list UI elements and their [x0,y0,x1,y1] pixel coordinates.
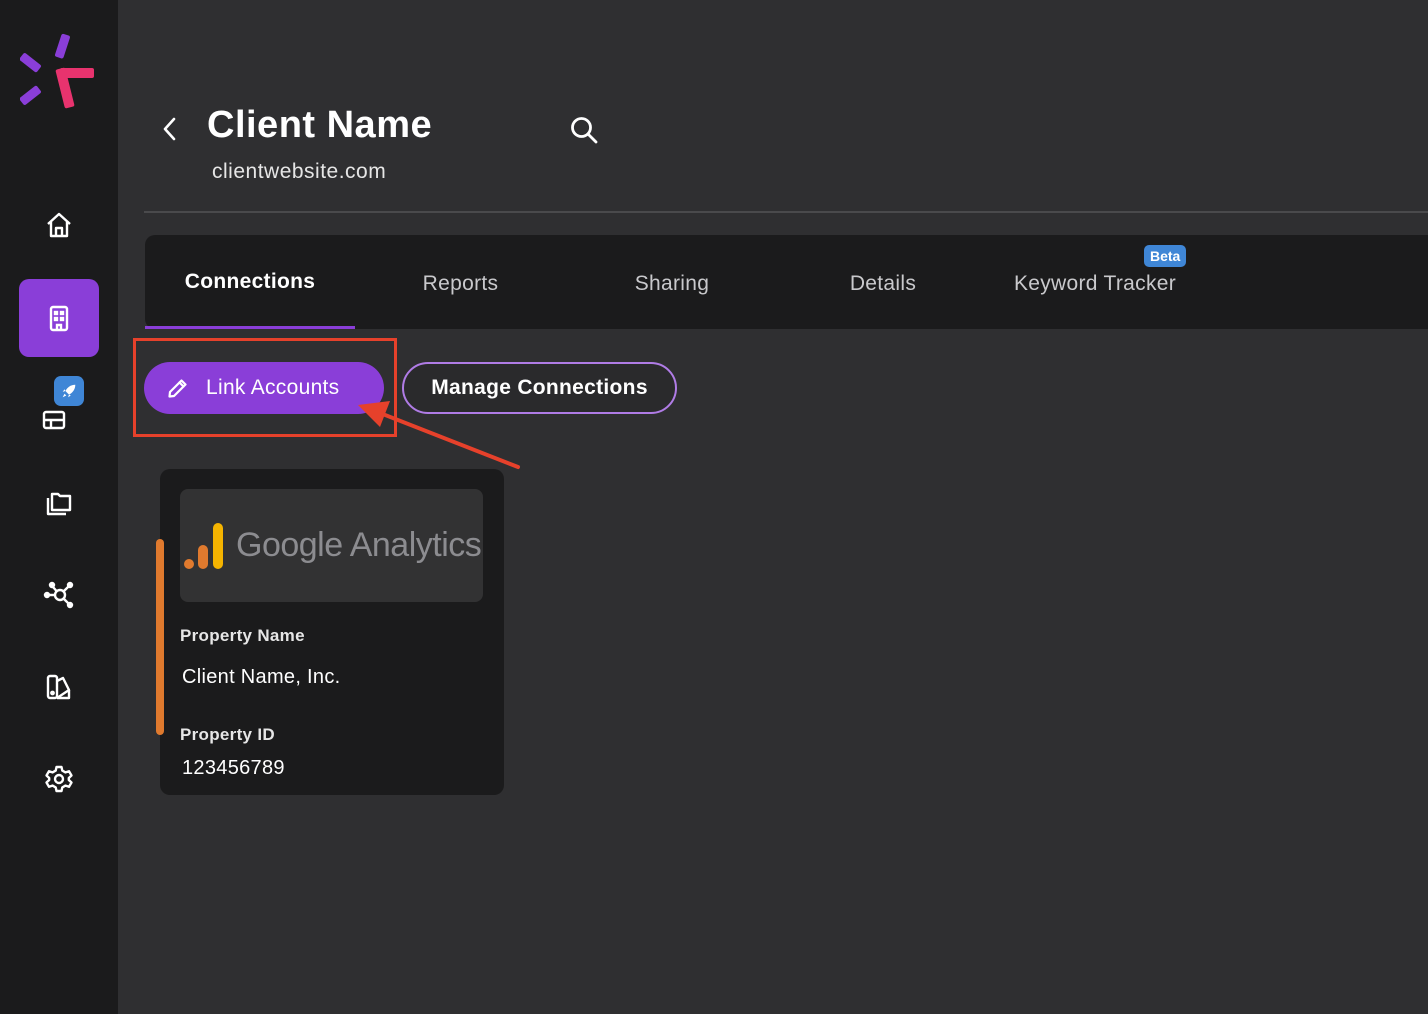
tab-reports-label: Reports [422,272,499,295]
provider-logo: Google Analytics [180,489,483,602]
property-id-value: 123456789 [182,757,285,779]
rocket-badge [54,376,84,406]
search-button[interactable] [566,112,602,148]
property-id-label: Property ID [180,725,275,744]
nav-integrations[interactable] [19,556,99,634]
folders-icon [46,492,72,516]
nav-branding[interactable] [19,648,99,726]
app-window: Client Name clientwebsite.com Connection… [0,0,1428,1014]
nav-settings[interactable] [19,740,99,818]
page-title: Client Name [207,104,433,146]
link-accounts-button[interactable]: Link Accounts [144,362,384,414]
client-website: clientwebsite.com [212,160,387,183]
dashboard-icon [42,410,66,430]
home-icon [47,212,71,238]
manage-connections-button[interactable]: Manage Connections [402,362,677,414]
network-icon [43,581,74,609]
nav-launch[interactable] [19,372,99,450]
palette-icon [46,674,71,700]
tab-details[interactable]: Details [778,235,988,329]
active-tab-indicator [145,326,355,329]
pencil-icon [168,379,187,398]
tab-sharing[interactable]: Sharing [566,235,778,329]
tab-keyword-tracker-label: Keyword Tracker [1013,272,1177,295]
back-button[interactable] [155,112,185,146]
property-name-value: Client Name, Inc. [182,666,341,688]
tab-sharing-label: Sharing [634,272,710,295]
app-logo[interactable] [20,32,98,114]
header-divider [144,211,1428,213]
building-icon [49,305,69,332]
tab-reports[interactable]: Reports [355,235,566,329]
manage-connections-label: Manage Connections [431,376,648,399]
gear-icon [45,765,73,793]
tab-connections[interactable]: Connections [145,235,355,329]
connection-card[interactable]: Google Analytics Property Name Client Na… [156,469,504,795]
tab-bar: Connections Reports Sharing Details Keyw… [145,235,1428,329]
link-accounts-label: Link Accounts [206,376,340,399]
nav-files[interactable] [19,463,99,541]
tab-details-label: Details [849,272,917,295]
google-analytics-icon [184,522,223,569]
card-status-accent [156,539,164,735]
beta-badge: Beta [1144,245,1187,267]
property-name-label: Property Name [180,626,305,645]
tab-connections-label: Connections [184,270,316,293]
nav-clients[interactable] [19,279,99,357]
rocket-icon [62,384,76,398]
provider-logo-text: Google Analytics [236,526,482,564]
nav-home[interactable] [19,186,99,264]
chevron-left-icon [163,117,176,141]
search-icon [571,117,598,144]
sidebar [0,0,118,1014]
